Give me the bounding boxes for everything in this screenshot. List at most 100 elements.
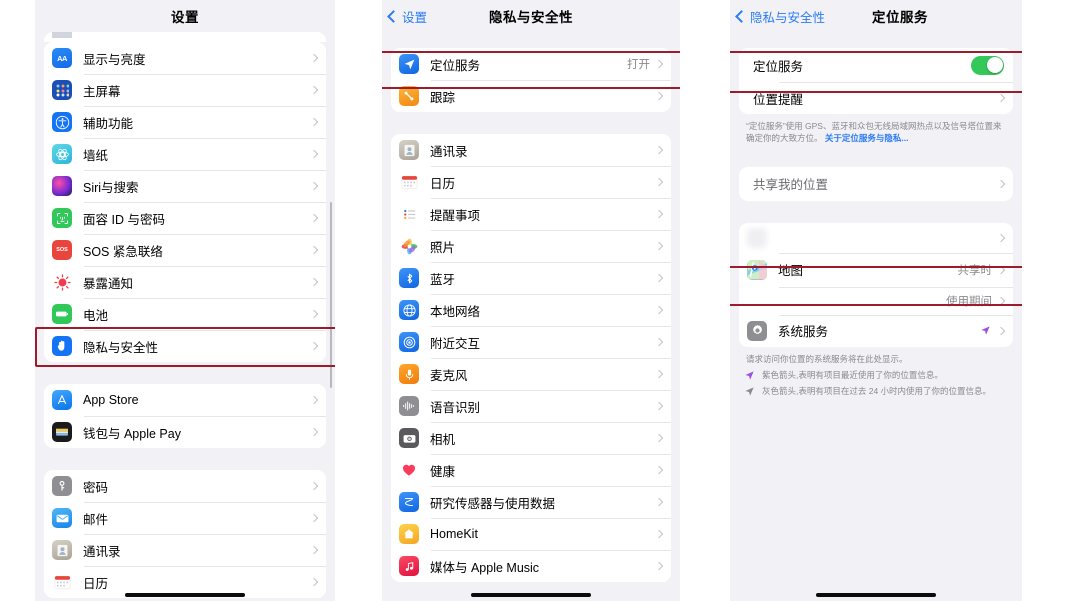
bluetooth-icon [399, 268, 419, 288]
sidebar-item-wallet[interactable]: 钱包与 Apple Pay [44, 416, 326, 448]
chevron-right-icon [996, 296, 1006, 305]
row-label: 跟踪 [430, 90, 456, 105]
sidebar-item-privacy-security[interactable]: 隐私与安全性 [44, 330, 326, 362]
location-privacy-note: “定位服务”使用 GPS、蓝牙和众包无线局域网热点以及信号塔位置来确定你的大致方… [730, 114, 1022, 145]
row-maps[interactable]: 地图 共享时 [739, 252, 1013, 287]
row-label: 相机 [430, 432, 456, 447]
sidebar-item-mail[interactable]: 邮件 [44, 502, 326, 534]
privacy-group-location: 定位服务 打开 跟踪 [391, 48, 671, 112]
row-local-network[interactable]: 本地网络 [391, 294, 671, 326]
row-label: 主屏幕 [83, 84, 121, 99]
gray-location-arrow-icon [744, 386, 755, 397]
sidebar-item-sos[interactable]: SOS 紧急联络 [44, 234, 326, 266]
row-location-services-toggle[interactable]: 定位服务 [739, 48, 1013, 82]
sidebar-item-exposure[interactable]: 暴露通知 [44, 266, 326, 298]
sidebar-item-display[interactable]: 显示与亮度 [44, 42, 326, 74]
row-system-services[interactable]: 系统服务 [739, 314, 1013, 347]
row-tracking[interactable]: 跟踪 [391, 80, 671, 112]
redacted-app-icon [747, 227, 767, 248]
legend-purple-arrow: 紫色箭头,表明有项目最近使用了你的位置信息。 [730, 365, 1022, 381]
sidebar-item-siri[interactable]: Siri与搜索 [44, 170, 326, 202]
calendar-icon [52, 572, 72, 592]
mail-icon [52, 508, 72, 528]
row-research-sensor[interactable]: 研究传感器与使用数据 [391, 486, 671, 518]
row-redacted-app-top[interactable] [739, 223, 1013, 253]
sidebar-item-face-id[interactable]: 面容 ID 与密码 [44, 202, 326, 234]
scrollbar[interactable] [329, 202, 332, 388]
back-button[interactable]: 隐私与安全性 [735, 0, 825, 32]
back-label: 设置 [402, 10, 428, 25]
row-camera[interactable]: 相机 [391, 422, 671, 454]
chevron-right-icon [654, 145, 664, 155]
row-reminders[interactable]: 提醒事项 [391, 198, 671, 230]
row-share-my-location[interactable]: 共享我的位置 [739, 167, 1013, 201]
photos-icon [399, 236, 419, 256]
page-title: 隐私与安全性 [489, 10, 573, 25]
chevron-right-icon [654, 177, 664, 187]
sidebar-item-contacts[interactable]: 通讯录 [44, 534, 326, 566]
privacy-group-apps: 通讯录 日历 提醒事项 照片 蓝牙 本地网络 附近交互 麦克风 语音识别 相机 … [391, 134, 671, 582]
row-speech-recognition[interactable]: 语音识别 [391, 390, 671, 422]
row-label: App Store [83, 393, 139, 407]
row-label: 本地网络 [430, 304, 481, 319]
privacy-security-icon [52, 336, 72, 356]
chevron-right-icon [996, 93, 1006, 103]
nearby-interactions-icon [399, 332, 419, 352]
row-redacted-app-bottom[interactable]: 使用期间 [739, 286, 1013, 315]
home-indicator [125, 593, 245, 597]
homekit-icon [399, 524, 419, 544]
row-contacts[interactable]: 通讯录 [391, 134, 671, 166]
row-calendar[interactable]: 日历 [391, 166, 671, 198]
home-indicator [816, 593, 936, 597]
row-label: 显示与亮度 [83, 52, 146, 67]
sidebar-item-wallpaper[interactable]: 墙纸 [44, 138, 326, 170]
row-location-services[interactable]: 定位服务 打开 [391, 48, 671, 80]
settings-scroll-area[interactable]: 显示与亮度 主屏幕 辅助功能 [35, 32, 335, 601]
location-services-toggle[interactable] [971, 55, 1004, 75]
chevron-right-icon [309, 117, 319, 127]
row-nearby-interactions[interactable]: 附近交互 [391, 326, 671, 358]
row-label: 通讯录 [430, 144, 468, 159]
row-label: 提醒事项 [430, 208, 481, 223]
row-label: 隐私与安全性 [83, 340, 159, 355]
chevron-right-icon [309, 577, 319, 587]
row-label: SOS 紧急联络 [83, 244, 163, 259]
chevron-right-icon [309, 545, 319, 555]
privacy-link[interactable]: 关于定位服务与隐私... [825, 133, 909, 143]
row-microphone[interactable]: 麦克风 [391, 358, 671, 390]
privacy-scroll-area[interactable]: 定位服务 打开 跟踪 通讯录 日历 提醒事项 照片 蓝牙 本地网络 附近交互 麦… [382, 32, 680, 601]
chevron-right-icon [654, 529, 664, 539]
row-photos[interactable]: 照片 [391, 230, 671, 262]
page-title: 设置 [171, 10, 199, 25]
camera-icon [399, 428, 419, 448]
sidebar-item-battery[interactable]: 电池 [44, 298, 326, 330]
app-store-icon [52, 390, 72, 410]
wallet-icon [52, 422, 72, 442]
row-health[interactable]: 健康 [391, 454, 671, 486]
row-label: 媒体与 Apple Music [430, 560, 540, 575]
sidebar-item-accessibility[interactable]: 辅助功能 [44, 106, 326, 138]
row-label: 邮件 [83, 512, 109, 527]
sidebar-item-home-screen[interactable]: 主屏幕 [44, 74, 326, 106]
row-location-alerts[interactable]: 位置提醒 [739, 82, 1013, 114]
back-button[interactable]: 设置 [387, 0, 428, 32]
privacy-panel: 设置 隐私与安全性 定位服务 打开 跟踪 通讯录 日历 提醒事项 照片 蓝牙 本… [382, 0, 680, 601]
settings-group-apps: 密码 邮件 通讯录 日历 [44, 470, 326, 598]
passwords-icon [52, 476, 72, 496]
home-screen-icon [52, 80, 72, 100]
row-label: 共享我的位置 [753, 178, 829, 193]
settings-group-system: 显示与亮度 主屏幕 辅助功能 [44, 42, 326, 362]
sidebar-item-passwords[interactable]: 密码 [44, 470, 326, 502]
note-intro: 请求访问你位置的系统服务将在此处显示。 [746, 353, 908, 364]
row-label: 照片 [430, 240, 456, 255]
row-bluetooth[interactable]: 蓝牙 [391, 262, 671, 294]
chevron-right-icon [654, 241, 664, 251]
sidebar-item-app-store[interactable]: App Store [44, 384, 326, 416]
row-homekit[interactable]: HomeKit [391, 518, 671, 550]
chevron-right-icon [654, 305, 664, 315]
row-label: 定位服务 [430, 58, 481, 73]
row-label: 暴露通知 [83, 276, 134, 291]
location-scroll-area[interactable]: 定位服务 位置提醒 “定位服务”使用 GPS、蓝牙和众包无线局域网热点以及信号塔… [730, 32, 1022, 601]
row-media-apple-music[interactable]: 媒体与 Apple Music [391, 550, 671, 582]
page-title: 定位服务 [872, 10, 928, 25]
